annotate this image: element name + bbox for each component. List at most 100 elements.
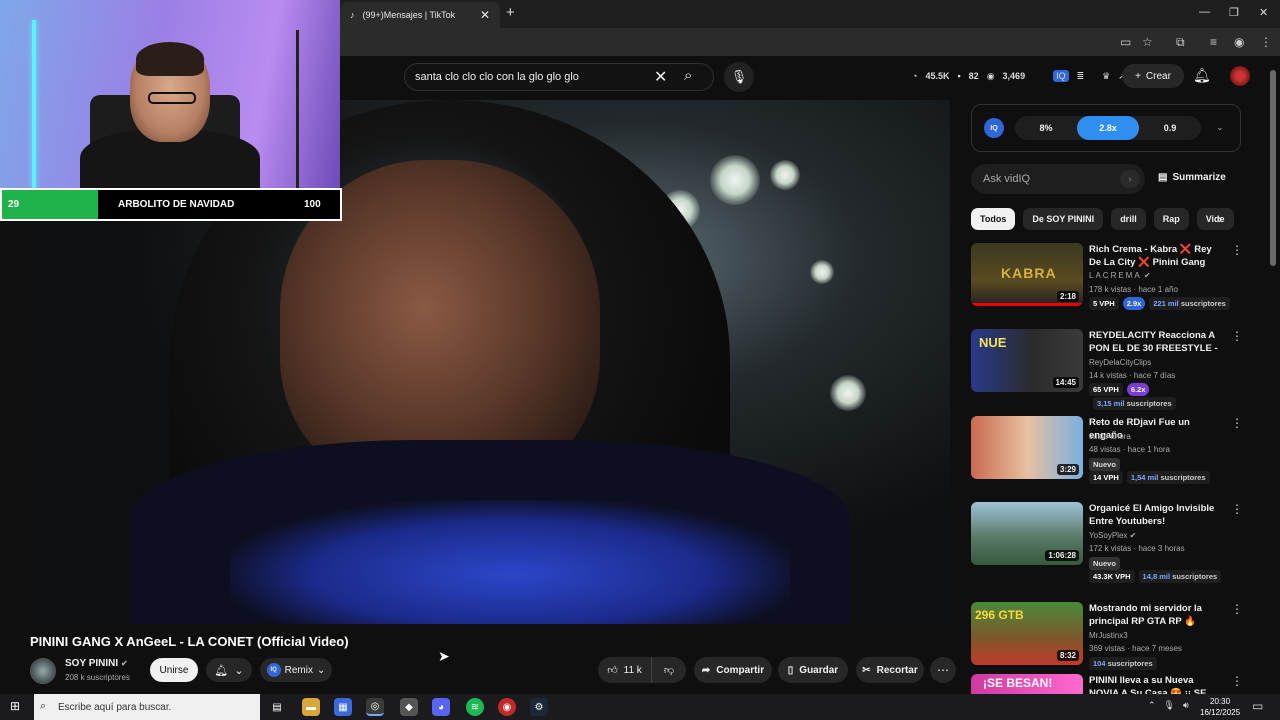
chevron-down-icon[interactable]: ⌄ (1216, 122, 1224, 133)
app-icon[interactable]: ◉ (498, 698, 516, 716)
microphone-icon[interactable]: 🎙 (1164, 700, 1175, 711)
chip-channel[interactable]: De SOY PININI (1023, 208, 1104, 230)
notifications-icon[interactable]: ▭ (1252, 699, 1263, 713)
share-button[interactable]: ➦ Compartir (694, 657, 772, 683)
subs-word: suscriptores (1107, 659, 1153, 668)
search-icon[interactable]: ⌕ (684, 67, 692, 84)
like-count: 11 k (623, 664, 642, 676)
like-button[interactable]: 👍︎ 11 k (598, 657, 652, 683)
cast-icon[interactable]: ▭ (1120, 35, 1131, 49)
save-button[interactable]: ▯ Guardar (778, 657, 848, 683)
app-icon[interactable]: ◆ (400, 698, 418, 716)
scrollbar[interactable] (1270, 70, 1276, 266)
subs-number: 1,54 mil (1130, 473, 1159, 482)
list-item[interactable]: 1:06:28 Organicé El Amigo Invisible Entr… (971, 502, 1243, 592)
dislike-button[interactable]: 👎︎ (652, 664, 686, 676)
vidiq-tags: Nuevo (1089, 458, 1120, 471)
video-thumbnail[interactable]: 3:29 (971, 416, 1083, 479)
chip-rap[interactable]: Rap (1153, 208, 1189, 230)
summarize-button[interactable]: ▤ Summarize (1158, 172, 1226, 183)
vidiq-metric[interactable]: 0.9 (1139, 116, 1201, 140)
minimize-icon[interactable]: — (1199, 6, 1210, 18)
file-explorer-icon[interactable]: ▬ (302, 698, 320, 716)
clear-search-icon[interactable]: ✕ (654, 67, 667, 87)
vidiq-metric[interactable]: 8% (1015, 116, 1077, 140)
verified-icon: ✔ (120, 659, 128, 668)
vph-badge: 65 VPH (1089, 383, 1123, 396)
close-tab-icon[interactable]: ✕ (480, 8, 490, 22)
video-thumbnail[interactable]: ¡SE BESAN! (971, 674, 1083, 694)
join-button[interactable]: Unirse (150, 658, 198, 682)
browser-tab[interactable]: ♪ (99+)Mensajes | TikTok ✕ (340, 2, 500, 28)
task-view-icon[interactable]: ▤ (268, 698, 286, 716)
channel-name[interactable]: SOY PININI ✔ (65, 658, 128, 669)
account-avatar[interactable] (1230, 66, 1250, 86)
subscriber-badge: 14,8 mil suscriptores (1138, 570, 1222, 583)
video-thumbnail[interactable]: NUE 14:45 (971, 329, 1083, 392)
subs-word: suscriptores (1180, 299, 1226, 308)
taskbar-search-input[interactable]: Escribe aquí para buscar. (34, 694, 260, 720)
more-options-icon[interactable]: ⋮ (1231, 416, 1243, 430)
list-item[interactable]: NUE 14:45 REYDELACITY Reacciona A PON EL… (971, 329, 1243, 419)
video-thumbnail[interactable]: 296 GTB 8:32 (971, 602, 1083, 665)
profile-icon[interactable]: ◉ (1234, 35, 1244, 49)
thumbnail-text: KABRA (1001, 265, 1057, 281)
chip-todos[interactable]: Todos (971, 208, 1016, 230)
multiplier-badge: 2.9x (1122, 297, 1146, 310)
windows-start-icon[interactable]: ⊞ (10, 699, 20, 713)
vidiq-tags: 65 VPH 6.2x (1089, 383, 1150, 396)
tiktok-icon: ♪ (350, 10, 355, 20)
new-tab-button[interactable]: + (506, 4, 515, 21)
channel-avatar[interactable] (30, 658, 56, 684)
discord-icon[interactable]: ◕ (432, 698, 450, 716)
list-item[interactable]: KABRA 2:18 Rich Crema - Kabra ❌ Rey De L… (971, 243, 1243, 333)
clip-button[interactable]: ✂ Recortar (856, 657, 924, 683)
clock[interactable]: 20:30 16/12/2025 (1200, 696, 1240, 718)
mic-icon[interactable]: 🎙 (724, 62, 754, 92)
restore-icon[interactable]: ❐ (1229, 6, 1239, 19)
chevron-right-icon[interactable]: › (1120, 170, 1140, 188)
more-options-icon[interactable]: ⋮ (1231, 502, 1243, 516)
notifications-bell-icon[interactable]: 🔔︎ (1193, 67, 1211, 84)
scissors-icon: ✂ (862, 664, 871, 676)
bookmark-star-icon[interactable]: ☆ (1142, 35, 1153, 49)
ask-vidiq-input[interactable]: Ask vidIQ (971, 164, 1145, 194)
create-button[interactable]: + Crear (1122, 64, 1184, 88)
video-thumbnail[interactable]: 1:06:28 (971, 502, 1083, 565)
more-actions-button[interactable]: ⋯ (930, 657, 956, 683)
subscription-bell-button[interactable]: 🔔︎ ⌄ (206, 658, 252, 682)
more-options-icon[interactable]: ⋮ (1231, 329, 1243, 343)
store-icon[interactable]: ▦ (334, 698, 352, 716)
vph-badge: 43.3K VPH (1089, 570, 1135, 583)
list-item[interactable]: 3:29 Reto de RDjavi Fue un engaño Justo … (971, 416, 1243, 506)
more-options-icon[interactable]: ⋮ (1231, 243, 1243, 257)
new-badge: Nuevo (1089, 458, 1120, 471)
remix-button[interactable]: IQ Remix ⌄ (260, 658, 332, 682)
list-item[interactable]: ¡SE BESAN! PININI lleva a su Nueva NOVIA… (971, 674, 1241, 694)
vidiq-icon[interactable]: IQ (1053, 70, 1069, 82)
video-duration: 1:06:28 (1045, 550, 1079, 561)
steam-icon[interactable]: ⚙ (530, 698, 548, 716)
more-options-icon[interactable]: ⋮ (1231, 674, 1241, 688)
chevron-right-icon[interactable]: › (1218, 212, 1222, 226)
volume-icon[interactable]: 🔊︎ (1183, 700, 1189, 711)
light-strip (32, 20, 36, 188)
list-icon[interactable]: ≣ (1077, 71, 1085, 82)
media-icon[interactable]: ≡ (1210, 35, 1217, 49)
menu-icon[interactable]: ⋮ (1260, 35, 1272, 49)
extensions-icon[interactable]: ⧉ (1176, 35, 1185, 50)
more-options-icon[interactable]: ⋮ (1231, 602, 1243, 616)
chip-videos[interactable]: Vide (1196, 208, 1234, 230)
trophy-icon[interactable]: ♛ (1102, 71, 1110, 82)
chevron-up-icon[interactable]: ⌃ (1148, 700, 1156, 711)
close-window-icon[interactable]: ✕ (1259, 6, 1268, 19)
search-input[interactable]: santa clo clo clo con la glo glo glo (404, 63, 714, 91)
goal-target: 100 (304, 199, 321, 210)
video-meta: 48 vistas · hace 1 hora (1089, 445, 1170, 454)
chip-drill[interactable]: drill (1111, 208, 1146, 230)
vidiq-logo: IQ (984, 118, 1004, 138)
video-thumbnail[interactable]: KABRA 2:18 (971, 243, 1083, 306)
chrome-icon[interactable]: ◎ (366, 698, 384, 716)
vidiq-metric-highlight[interactable]: 2.8x (1077, 116, 1139, 140)
spotify-icon[interactable]: ≋ (466, 698, 484, 716)
